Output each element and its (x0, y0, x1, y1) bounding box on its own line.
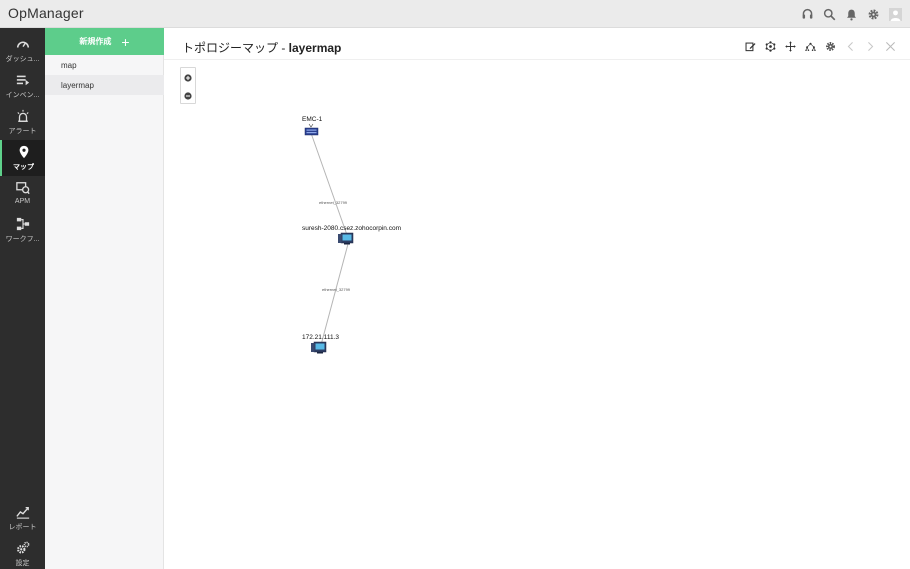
report-chart-icon (15, 507, 29, 519)
new-map-button-label: 新規作成 (79, 37, 112, 46)
nav-maps-label: マップ (13, 164, 34, 171)
nav-dashboard[interactable]: ダッシュ... (0, 32, 45, 68)
left-navigation: ダッシュ... インベン... アラート マップ APM ワークフ... レポー… (0, 28, 45, 569)
gear-icon[interactable] (862, 4, 884, 24)
map-list-item-selected[interactable]: layermap (45, 75, 164, 95)
map-list-item[interactable]: map (45, 55, 164, 75)
nav-alerts-label: アラート (8, 128, 37, 135)
topology-content: トポロジーマップ - layermap ethernet_32799 ether… (164, 28, 910, 569)
app-title: OpManager (8, 5, 84, 21)
link-label: ethernet_32799 (322, 287, 351, 292)
nav-inventory-label: インベン... (5, 92, 40, 99)
nav-reports[interactable]: レポート (0, 500, 45, 536)
settings-gears-icon (16, 541, 29, 554)
nav-inventory[interactable]: インベン... (0, 68, 45, 104)
topology-link[interactable] (310, 132, 348, 236)
topology-node[interactable]: EMC-1 (302, 116, 323, 136)
bell-icon[interactable] (840, 4, 862, 24)
map-list-item-label: map (61, 60, 77, 70)
speedometer-icon (16, 41, 29, 48)
topology-node[interactable]: suresh-2080.csez.zohocorpin.com (302, 225, 401, 245)
alarm-light-icon (16, 109, 29, 122)
storage-device-icon (304, 123, 319, 136)
new-map-button[interactable]: 新規作成 + (45, 28, 164, 55)
nav-reports-label: レポート (8, 524, 37, 531)
topology-node[interactable]: 172.21.111.3 (302, 334, 339, 354)
map-pin-icon (19, 145, 28, 159)
user-avatar-icon[interactable] (884, 4, 906, 24)
link-label: ethernet_32799 (319, 200, 348, 205)
nav-apm-label: APM (14, 198, 31, 205)
search-icon[interactable] (818, 4, 840, 24)
maps-panel: 新規作成 + map layermap (45, 28, 164, 569)
topology-link[interactable] (320, 243, 349, 346)
apm-monitor-icon (15, 182, 30, 195)
workflow-icon (16, 217, 29, 231)
topology-canvas[interactable]: ethernet_32799 ethernet_32799 EMC-1 sure… (164, 28, 910, 569)
node-label: 172.21.111.3 (302, 334, 339, 341)
plus-icon: + (121, 33, 130, 50)
nav-alerts[interactable]: アラート (0, 104, 45, 140)
nav-workflow[interactable]: ワークフ... (0, 212, 45, 248)
nav-apm[interactable]: APM (0, 176, 45, 212)
nav-settings[interactable]: 設定 (0, 536, 45, 569)
top-toolbar (796, 4, 906, 24)
top-bar: OpManager (0, 0, 910, 28)
nav-workflow-label: ワークフ... (5, 236, 40, 243)
nav-maps[interactable]: マップ (0, 140, 45, 176)
node-label: EMC-1 (302, 116, 323, 123)
server-device-icon (338, 232, 354, 245)
headset-icon[interactable] (796, 4, 818, 24)
server-device-icon (311, 341, 327, 354)
nav-settings-label: 設定 (15, 560, 30, 567)
map-list-item-label: layermap (61, 80, 94, 90)
nav-dashboard-label: ダッシュ... (5, 56, 40, 63)
inventory-list-icon (16, 75, 29, 86)
node-label: suresh-2080.csez.zohocorpin.com (302, 225, 401, 232)
